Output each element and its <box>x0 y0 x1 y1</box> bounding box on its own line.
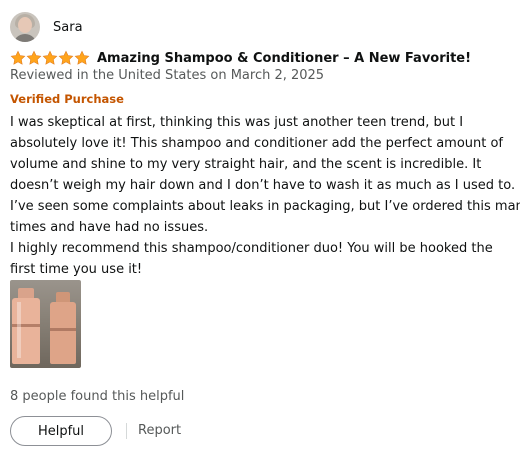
review-body-line: I was skeptical at first, thinking this … <box>10 115 464 130</box>
star-rating[interactable] <box>10 50 90 66</box>
review-image-thumbnail[interactable] <box>10 280 81 368</box>
review-body-line: volume and shine to my very straight hai… <box>10 157 482 172</box>
avatar[interactable] <box>10 12 40 42</box>
star-icon <box>10 50 26 65</box>
helpful-button[interactable]: Helpful <box>10 416 112 446</box>
review-body: I was skeptical at first, thinking this … <box>10 112 520 280</box>
bottle-highlight <box>17 302 21 358</box>
star-icon <box>26 50 42 65</box>
bottle-label <box>50 328 76 331</box>
review-body-line: times and have had no issues. <box>10 220 209 235</box>
verified-purchase-badge: Verified Purchase <box>10 92 124 106</box>
review-body-line: absolutely love it! This shampoo and con… <box>10 136 504 151</box>
review-body-line: doesn’t weigh my hair down and I don’t h… <box>10 178 516 193</box>
review-body-line: I’ve seen some complaints about leaks in… <box>10 199 520 214</box>
helpful-count: 8 people found this helpful <box>10 389 185 404</box>
customer-review: Sara Amazing Shampoo & Conditioner – A N… <box>0 0 520 458</box>
review-body-line: I highly recommend this shampoo/conditio… <box>10 241 493 256</box>
conditioner-bottle <box>50 302 76 364</box>
review-body-line: first time you use it! <box>10 262 143 277</box>
divider <box>126 423 127 439</box>
review-title-row: Amazing Shampoo & Conditioner – A New Fa… <box>10 48 471 68</box>
star-icon <box>74 50 90 65</box>
reviewer-name[interactable]: Sara <box>53 20 83 35</box>
star-icon <box>58 50 74 65</box>
report-link[interactable]: Report <box>138 423 181 438</box>
reviewer-profile[interactable]: Sara <box>10 12 83 42</box>
avatar-face <box>18 17 32 33</box>
review-title[interactable]: Amazing Shampoo & Conditioner – A New Fa… <box>97 51 471 66</box>
review-date: Reviewed in the United States on March 2… <box>10 68 325 83</box>
star-icon <box>42 50 58 65</box>
avatar-shoulders <box>13 34 37 42</box>
